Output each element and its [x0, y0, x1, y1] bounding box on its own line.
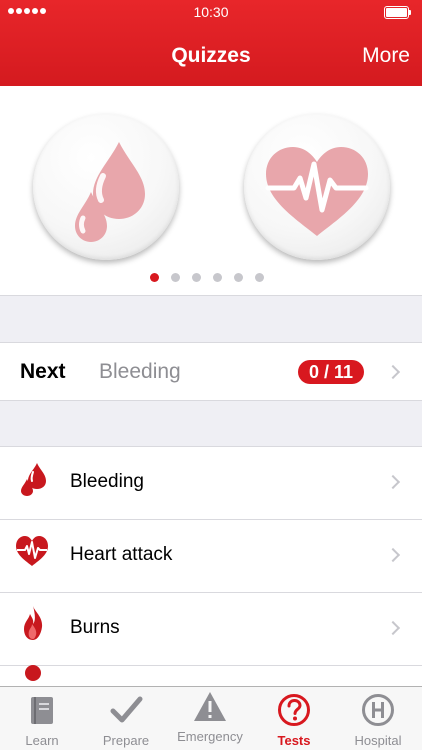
- blood-drop-icon: [25, 665, 41, 681]
- tab-prepare[interactable]: Prepare: [84, 687, 168, 750]
- chevron-right-icon: [385, 620, 401, 636]
- list-item-burns[interactable]: Burns: [0, 593, 422, 666]
- tab-label: Tests: [277, 733, 311, 748]
- tab-label: Emergency: [177, 729, 243, 744]
- page-dot[interactable]: [234, 273, 243, 282]
- battery-icon: [384, 6, 412, 19]
- page-dot[interactable]: [171, 273, 180, 282]
- quiz-carousel[interactable]: [0, 86, 422, 296]
- blood-drops-icon: [75, 142, 145, 242]
- tab-hospital[interactable]: Hospital: [336, 687, 420, 750]
- page-dot[interactable]: [255, 273, 264, 282]
- next-label: Next: [20, 360, 66, 383]
- tab-bar: Learn Prepare Emergency Tests Hospital: [0, 686, 422, 750]
- list-item-bleeding[interactable]: Bleeding: [0, 447, 422, 520]
- list-item-label: Bleeding: [70, 471, 144, 492]
- status-bar: 10:30: [0, 0, 422, 24]
- next-topic: Bleeding: [99, 360, 181, 383]
- tab-learn[interactable]: Learn: [0, 687, 84, 750]
- progress-badge: 0 / 11: [298, 360, 364, 384]
- blood-drops-icon: [21, 463, 46, 496]
- tab-emergency[interactable]: Emergency: [168, 687, 252, 750]
- list-item[interactable]: [0, 665, 422, 686]
- more-button[interactable]: More: [362, 44, 410, 68]
- bleeding-quiz-badge[interactable]: [33, 114, 179, 260]
- heart-pulse-icon: [265, 147, 369, 236]
- page-dot[interactable]: [213, 273, 222, 282]
- chevron-right-icon: [385, 474, 401, 490]
- page-dot[interactable]: [192, 273, 201, 282]
- page-title: Quizzes: [171, 44, 251, 67]
- topic-list: Bleeding Heart attack Burns: [0, 446, 422, 686]
- tab-tests[interactable]: Tests: [252, 687, 336, 750]
- hospital-icon: [362, 694, 394, 726]
- heart-pulse-icon: [16, 536, 48, 566]
- flame-icon: [24, 606, 43, 640]
- question-icon: [278, 694, 310, 726]
- book-icon: [31, 697, 53, 724]
- list-item-label: Burns: [70, 617, 120, 638]
- next-quiz-row[interactable]: Next Bleeding 0 / 11: [0, 342, 422, 401]
- heart-attack-quiz-badge[interactable]: [244, 114, 390, 260]
- page-indicator[interactable]: [150, 273, 264, 282]
- checkmark-icon: [110, 696, 143, 723]
- status-time: 10:30: [193, 4, 229, 20]
- tab-label: Hospital: [354, 733, 402, 748]
- navigation-header: 10:30 Quizzes More: [0, 0, 422, 86]
- tab-label: Prepare: [102, 733, 150, 748]
- chevron-right-icon: [385, 547, 401, 563]
- warning-icon: [194, 692, 226, 721]
- chevron-right-icon: [385, 364, 401, 380]
- page-dot[interactable]: [150, 273, 159, 282]
- tab-label: Learn: [25, 733, 59, 748]
- list-item-label: Heart attack: [70, 544, 173, 565]
- list-item-heart-attack[interactable]: Heart attack: [0, 520, 422, 593]
